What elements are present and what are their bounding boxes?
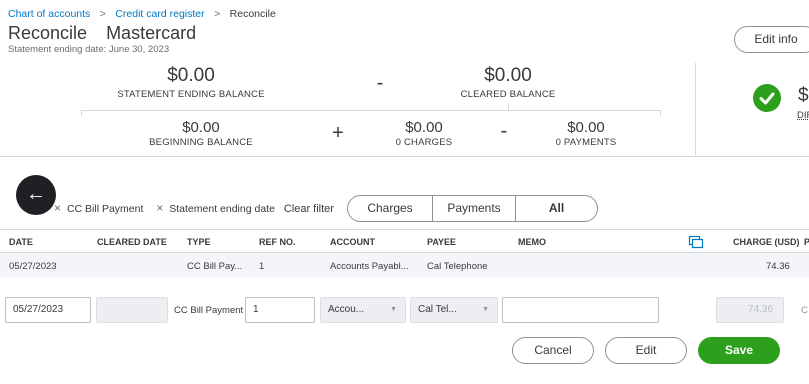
row-date: 05/27/2023 xyxy=(9,261,57,272)
clear-filter-link[interactable]: Clear filter xyxy=(284,203,334,215)
chevron-down-icon: ▼ xyxy=(482,306,489,313)
column-cleared-date[interactable]: CLEARED DATE xyxy=(97,237,167,247)
summary-bottom-divider xyxy=(0,156,809,157)
cancel-button[interactable]: Cancel xyxy=(512,337,594,364)
filter-chip-cc-bill-payment: CC Bill Payment xyxy=(66,203,144,215)
column-ref-no[interactable]: REF NO. xyxy=(259,237,296,247)
payee-select-value: Cal Tel... xyxy=(418,304,457,315)
breadcrumb: Chart of accounts > Credit card register… xyxy=(8,4,276,22)
plus-operator: + xyxy=(332,122,344,144)
charge-input[interactable]: 74.36 xyxy=(716,297,784,323)
charges-amount: $0.00 xyxy=(405,119,443,136)
edit-info-button[interactable]: Edit info xyxy=(734,26,809,53)
page-title: Reconcile Mastercard xyxy=(8,23,196,44)
column-type[interactable]: TYPE xyxy=(187,237,211,247)
check-circle-icon xyxy=(753,84,781,112)
ref-no-input[interactable]: 1 xyxy=(245,297,315,323)
account-select[interactable]: Accou... ▼ xyxy=(320,297,406,323)
copy-icon[interactable] xyxy=(688,235,704,249)
filter-chip-statement-date: Statement ending date xyxy=(169,203,275,215)
summary-bracket-mid xyxy=(508,104,509,110)
column-account[interactable]: ACCOUNT xyxy=(330,237,375,247)
row-type: CC Bill Pay... xyxy=(187,261,243,272)
column-memo[interactable]: MEMO xyxy=(518,237,546,247)
table-header-top xyxy=(0,229,809,230)
column-charge[interactable]: CHARGE (USD) xyxy=(733,237,800,247)
memo-input[interactable] xyxy=(502,297,659,323)
edit-button[interactable]: Edit xyxy=(605,337,687,364)
remove-filter-icon[interactable]: × xyxy=(54,201,61,215)
beginning-balance-label: BEGINNING BALANCE xyxy=(149,137,253,148)
row-account: Accounts Payabl... xyxy=(330,261,409,272)
minus-operator: - xyxy=(376,72,384,94)
statement-date: Statement ending date: June 30, 2023 xyxy=(8,44,170,55)
breadcrumb-separator: > xyxy=(99,8,106,20)
column-payment-partial[interactable]: P xyxy=(804,237,809,247)
remove-filter-icon[interactable]: × xyxy=(156,201,163,215)
minus-operator-2: - xyxy=(500,120,508,142)
account-select-value: Accou... xyxy=(328,304,365,315)
difference-label: DIF xyxy=(797,110,809,121)
row-ref-no: 1 xyxy=(259,261,265,272)
summary-divider xyxy=(695,63,696,155)
summary-bracket-left xyxy=(81,110,82,116)
save-button[interactable]: Save xyxy=(698,337,780,364)
cleared-balance-label: CLEARED BALANCE xyxy=(460,89,556,100)
breadcrumb-credit-card-register[interactable]: Credit card register xyxy=(115,8,204,20)
payment-input-partial: C xyxy=(801,305,808,316)
summary-bracket-line xyxy=(81,110,661,111)
summary-bracket-right xyxy=(660,110,661,116)
charges-label: 0 CHARGES xyxy=(395,137,453,148)
date-input[interactable]: 05/27/2023 xyxy=(5,297,91,323)
tab-payments[interactable]: Payments xyxy=(432,195,516,222)
charge-input-value: 74.36 xyxy=(747,304,773,315)
statement-ending-balance-amount: $0.00 xyxy=(167,65,215,86)
row-charge: 74.36 xyxy=(766,261,790,272)
difference-amount: $ xyxy=(798,85,809,106)
breadcrumb-current: Reconcile xyxy=(229,8,276,20)
breadcrumb-separator: > xyxy=(214,8,221,20)
tab-all[interactable]: All xyxy=(515,195,598,222)
statement-ending-balance-label: STATEMENT ENDING BALANCE xyxy=(117,89,265,100)
type-value: CC Bill Payment xyxy=(174,305,244,316)
page-title-prefix: Reconcile xyxy=(8,23,88,43)
tab-charges[interactable]: Charges xyxy=(347,195,433,222)
payments-amount: $0.00 xyxy=(567,119,605,136)
chevron-down-icon: ▼ xyxy=(390,306,397,313)
beginning-balance-amount: $0.00 xyxy=(182,119,220,136)
payee-select[interactable]: Cal Tel... ▼ xyxy=(410,297,498,323)
account-name: Mastercard xyxy=(106,23,197,43)
cleared-balance-amount: $0.00 xyxy=(484,65,532,86)
row-payee: Cal Telephone xyxy=(427,261,488,272)
column-date[interactable]: DATE xyxy=(9,237,33,247)
payments-label: 0 PAYMENTS xyxy=(555,137,617,148)
filter-chips: × CC Bill Payment × Statement ending dat… xyxy=(54,201,334,215)
cleared-date-input[interactable] xyxy=(96,297,168,323)
arrow-left-icon: ← xyxy=(26,183,46,205)
column-payee[interactable]: PAYEE xyxy=(427,237,456,247)
breadcrumb-chart-of-accounts[interactable]: Chart of accounts xyxy=(8,8,90,20)
back-button[interactable]: ← xyxy=(16,175,56,215)
